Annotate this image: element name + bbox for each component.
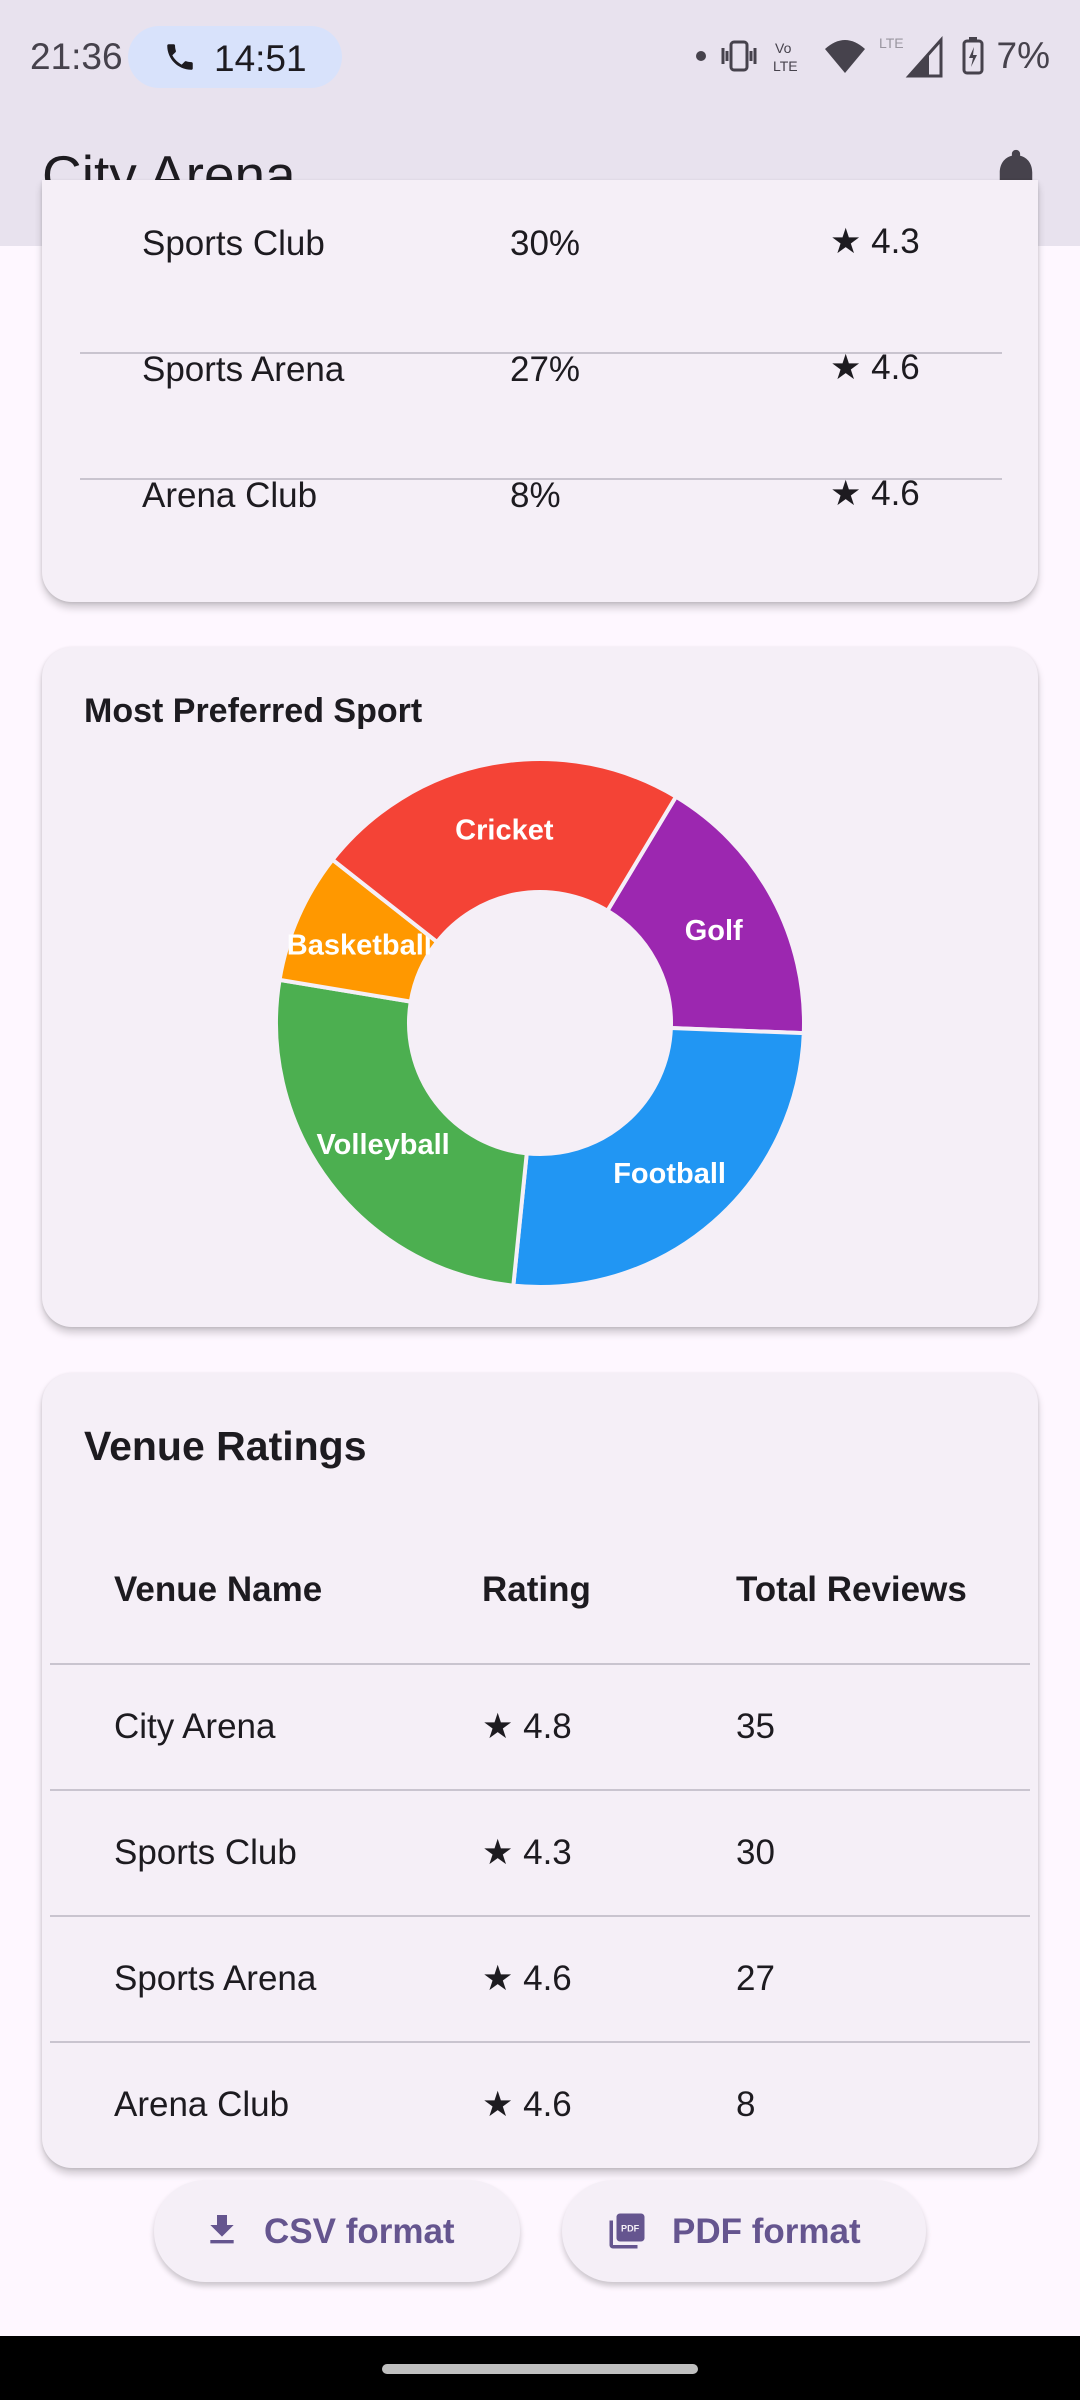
venue-name: Sports Club xyxy=(114,1833,297,1872)
slice-label-football: Football xyxy=(613,1158,726,1190)
venue-reviews: 35 xyxy=(736,1707,775,1746)
venue-rating: ★ 4.6 xyxy=(830,474,920,513)
venue-share-card: Sports Club 30% ★ 4.3 Sports Arena 27% ★… xyxy=(42,180,1038,602)
svg-text:PDF: PDF xyxy=(621,2224,640,2234)
home-gesture-handle[interactable] xyxy=(382,2364,698,2374)
phone-icon xyxy=(167,44,193,70)
csv-export-button[interactable]: CSV format xyxy=(154,2180,520,2282)
status-time: 21:36 xyxy=(30,36,123,77)
venue-rating: ★ 4.6 xyxy=(482,2085,572,2124)
table-row[interactable]: Sports Club 30% ★ 4.3 xyxy=(80,180,1002,306)
lte-signal-icon: LTE xyxy=(879,35,943,78)
venue-ratings-card: Venue Ratings Venue Name Rating Total Re… xyxy=(42,1373,1038,2168)
download-icon xyxy=(210,2215,234,2244)
venue-reviews: 30 xyxy=(736,1833,775,1872)
status-icons: Vo LTE LTE 7% xyxy=(695,34,1050,78)
donut-chart: Golf Football Volleyball Basketball Cricket xyxy=(274,757,806,1289)
venue-rating: ★ 4.3 xyxy=(482,1833,572,1872)
pdf-export-button[interactable]: PDF PDF format xyxy=(562,2180,926,2282)
venue-rating: ★ 4.6 xyxy=(482,1959,572,1998)
venue-rating: ★ 4.6 xyxy=(830,348,920,387)
slice-label-basketball: Basketball xyxy=(287,929,432,961)
venue-reviews: 8 xyxy=(736,2085,756,2124)
venue-share: 27% xyxy=(510,350,581,389)
ongoing-call-chip[interactable]: 14:51 xyxy=(128,26,342,88)
csv-export-label: CSV format xyxy=(264,2212,455,2251)
preferred-sport-card: Most Preferred Sport Golf Football Volleyb… xyxy=(42,647,1038,1327)
table-row[interactable]: Sports Arena 27% ★ 4.6 xyxy=(80,306,1002,432)
dot-icon xyxy=(695,51,706,61)
venue-name: Sports Arena xyxy=(114,1959,317,1998)
column-header-venue-name[interactable]: Venue Name xyxy=(114,1570,322,1610)
slice-label-volleyball: Volleyball xyxy=(316,1129,449,1161)
venue-name: Sports Arena xyxy=(142,350,345,389)
venue-reviews: 27 xyxy=(736,1959,775,1998)
battery-charging-icon xyxy=(962,37,984,75)
table-row[interactable]: City Arena ★ 4.8 35 xyxy=(42,1663,1038,1789)
pdf-export-label: PDF format xyxy=(672,2212,861,2251)
volte-icon: Vo LTE xyxy=(773,40,798,74)
slice-label-cricket: Cricket xyxy=(455,815,554,847)
svg-text:LTE: LTE xyxy=(773,58,798,74)
vibrate-icon xyxy=(721,40,757,72)
venue-rating: ★ 4.8 xyxy=(482,1707,572,1746)
venue-share: 30% xyxy=(510,224,581,263)
venue-share: 8% xyxy=(510,476,561,515)
column-header-total-reviews[interactable]: Total Reviews xyxy=(736,1570,967,1610)
section-title: Venue Ratings xyxy=(84,1423,367,1469)
venue-name: Arena Club xyxy=(114,2085,290,2124)
slice-label-golf: Golf xyxy=(685,915,743,947)
battery-percent: 7% xyxy=(996,35,1050,76)
svg-text:Vo: Vo xyxy=(775,40,792,56)
table-row[interactable]: Sports Club ★ 4.3 30 xyxy=(42,1789,1038,1915)
table-row[interactable]: Sports Arena ★ 4.6 27 xyxy=(42,1915,1038,2041)
wifi-icon xyxy=(824,40,865,73)
venue-rating: ★ 4.3 xyxy=(830,222,920,261)
status-bar: 21:36 14:51 Vo LTE LTE 7% xyxy=(0,0,1080,115)
call-duration: 14:51 xyxy=(214,38,307,79)
venue-name: Arena Club xyxy=(142,476,318,515)
table-row[interactable]: Arena Club 8% ★ 4.6 xyxy=(80,432,1002,558)
pdf-file-icon: PDF xyxy=(609,2213,645,2249)
svg-text:LTE: LTE xyxy=(879,35,904,51)
venue-name: Sports Club xyxy=(142,224,325,263)
table-row[interactable]: Arena Club ★ 4.6 8 xyxy=(42,2041,1038,2167)
column-header-rating[interactable]: Rating xyxy=(482,1570,591,1610)
venue-name: City Arena xyxy=(114,1707,276,1746)
